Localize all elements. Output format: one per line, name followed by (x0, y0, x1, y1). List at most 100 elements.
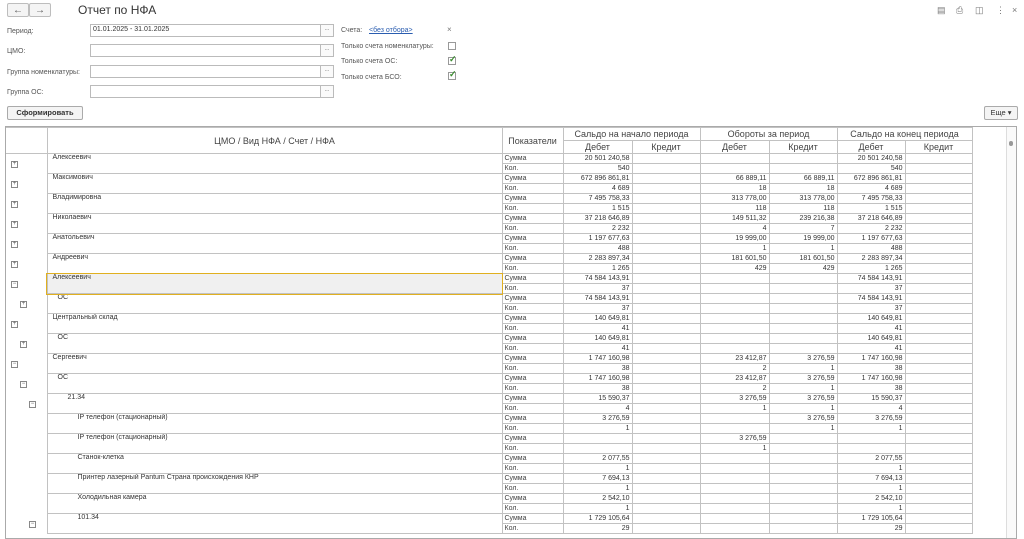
table-row[interactable]: + Николаевич Сумма 37 218 646,89 149 511,32 2… (6, 213, 973, 234)
collapse-icon[interactable]: − (29, 400, 36, 408)
value-cell-sd: 7 694,13 (562, 473, 633, 484)
row-name[interactable]: Алексеевич (46, 153, 503, 174)
expand-icon[interactable]: + (20, 340, 27, 348)
print-icon[interactable]: ⎙ (956, 5, 963, 16)
indicator-cell: Кол. (501, 263, 564, 274)
value-cell-ek (904, 483, 973, 494)
only-bso-checkbox[interactable] (448, 69, 457, 80)
group-nom-field[interactable]: ... (90, 65, 334, 78)
row-name[interactable]: Владимировна (46, 193, 503, 214)
row-name[interactable]: ОС (46, 333, 503, 354)
row-name[interactable]: Станок-клетка (46, 453, 503, 474)
table-row[interactable]: Станок-клетка Сумма 2 077,55 2 077,55 (6, 453, 973, 474)
close-icon[interactable]: × (1012, 5, 1017, 15)
row-name[interactable]: Сергеевич (46, 353, 503, 374)
table-row[interactable]: Холодильная камера Сумма 2 542,10 2 542,10 (6, 493, 973, 514)
expand-icon[interactable]: + (11, 200, 18, 208)
value-cell-ok (768, 523, 838, 534)
collapse-icon[interactable]: − (11, 280, 18, 288)
value-cell-sd: 1 747 160,98 (562, 353, 633, 364)
period-field[interactable]: 01.01.2025 - 31.01.2025 ... (90, 24, 334, 37)
row-name[interactable]: Принтер лазерный Pantum Страна происхожд… (46, 473, 503, 494)
table-row[interactable]: + Андреевич Сумма 2 283 897,34 181 601,50 181… (6, 253, 973, 274)
table-row[interactable]: − Алексеевич Сумма 74 584 143,91 74 584 143,… (6, 272, 973, 295)
value-cell-ek (904, 233, 973, 244)
save-icon[interactable]: ▤ (937, 5, 946, 16)
expand-icon[interactable]: + (11, 240, 18, 248)
vertical-scrollbar[interactable] (1006, 127, 1016, 538)
value-cell-ok: 3 276,59 (768, 373, 838, 384)
collapse-icon[interactable]: − (11, 360, 18, 368)
tree-cell: + (6, 233, 48, 254)
preview-icon[interactable]: ◫ (975, 5, 984, 16)
accounts-clear-icon[interactable]: × (447, 25, 452, 34)
scroll-thumb[interactable] (1009, 141, 1013, 146)
indicator-cell: Кол. (501, 223, 564, 234)
table-row[interactable]: − Сергеевич Сумма 1 747 160,98 23 412,87 3 27… (6, 353, 973, 374)
row-name[interactable]: Алексеевич (46, 272, 503, 295)
only-nom-checkbox[interactable] (448, 42, 456, 50)
value-cell-sd: 74 584 143,91 (562, 293, 633, 304)
row-name[interactable]: Андреевич (46, 253, 503, 274)
table-row[interactable]: −21.34 Сумма 15 590,37 3 276,59 3 276,59 15 5… (6, 393, 973, 414)
row-name[interactable]: 21.34 (46, 393, 503, 414)
group-os-select-button[interactable]: ... (320, 86, 333, 97)
row-name[interactable]: ОС (46, 373, 503, 394)
value-cell-ok: 1 (768, 363, 838, 374)
back-button[interactable]: ← (7, 3, 29, 17)
forward-button[interactable]: → (29, 3, 51, 17)
more-button[interactable]: Еще ▾ (984, 106, 1018, 120)
tree-cell: + (6, 253, 48, 274)
cmo-field[interactable]: ... (90, 44, 334, 57)
value-cell-od (699, 523, 770, 534)
indicator-cell: Кол. (501, 303, 564, 314)
row-name[interactable]: ОС (46, 293, 503, 314)
table-row[interactable]: Принтер лазерный Pantum Страна происхожд… (6, 473, 973, 494)
more-icon[interactable]: ⋮ (996, 5, 1005, 16)
report-grid[interactable]: ЦМО / Вид НФА / Счет / НФА Показатели Са… (5, 126, 1017, 539)
expand-icon[interactable]: + (11, 220, 18, 228)
collapse-icon[interactable]: − (20, 380, 27, 388)
accounts-link[interactable]: <без отбора> (369, 27, 413, 34)
table-row[interactable]: + Центральный склад Сумма 140 649,81 140 649… (6, 313, 973, 334)
value-cell-sd: 540 (562, 163, 633, 174)
generate-button[interactable]: Сформировать (7, 106, 83, 120)
row-name[interactable]: Максимович (46, 173, 503, 194)
value-cell-ek (904, 333, 973, 344)
expand-icon[interactable]: + (20, 300, 27, 308)
expand-icon[interactable]: + (11, 260, 18, 268)
group-os-field[interactable]: ... (90, 85, 334, 98)
expand-icon[interactable]: + (11, 161, 18, 168)
table-row[interactable]: IP телефон (стационарный) Сумма 3 276,59 (6, 433, 973, 454)
row-name[interactable]: 101.34 (46, 513, 503, 534)
period-select-button[interactable]: ... (320, 25, 333, 36)
value-cell-ok: 313 778,00 (768, 193, 838, 204)
row-name[interactable]: Анатольевич (46, 233, 503, 254)
collapse-icon[interactable]: − (29, 520, 36, 528)
expand-icon[interactable]: + (11, 320, 18, 328)
expand-icon[interactable]: + (11, 180, 18, 188)
table-row[interactable]: −101.34 Сумма 1 729 105,64 1 729 105,64 (6, 513, 973, 534)
table-row[interactable]: + Алексеевич Сумма 20 501 240,58 20 501 240,… (6, 153, 973, 174)
row-name[interactable]: IP телефон (стационарный) (46, 413, 503, 434)
value-cell-od: 181 601,50 (699, 253, 770, 264)
col-name-header: ЦМО / Вид НФА / Счет / НФА (46, 127, 503, 154)
row-name[interactable]: Николаевич (46, 213, 503, 234)
row-name[interactable]: IP телефон (стационарный) (46, 433, 503, 454)
value-cell-ed: 37 218 646,89 (836, 213, 906, 224)
group-nom-select-button[interactable]: ... (320, 66, 333, 77)
row-name[interactable]: Центральный склад (46, 313, 503, 334)
table-row[interactable]: + Анатольевич Сумма 1 197 677,63 19 999,00 19… (6, 233, 973, 254)
table-row[interactable]: − ОС Сумма 1 747 160,98 23 412,87 3 276,59 1 7… (6, 373, 973, 394)
table-row[interactable]: + ОС Сумма 140 649,81 140 649,81 (6, 333, 973, 354)
value-cell-od (699, 163, 770, 174)
table-row[interactable]: + ОС Сумма 74 584 143,91 74 584 143,91 (6, 293, 973, 314)
row-name[interactable]: Холодильная камера (46, 493, 503, 514)
table-row[interactable]: + Владимировна Сумма 7 495 758,33 313 778,00… (6, 193, 973, 214)
table-row[interactable]: + Максимович Сумма 672 896 861,81 66 889,11 6… (6, 173, 973, 194)
cmo-select-button[interactable]: ... (320, 45, 333, 56)
indicator-cell: Сумма (501, 513, 564, 524)
table-row[interactable]: IP телефон (стационарный) Сумма 3 276,59 3 … (6, 413, 973, 434)
only-os-checkbox[interactable] (448, 54, 457, 65)
cmo-label: ЦМО: (7, 48, 26, 55)
